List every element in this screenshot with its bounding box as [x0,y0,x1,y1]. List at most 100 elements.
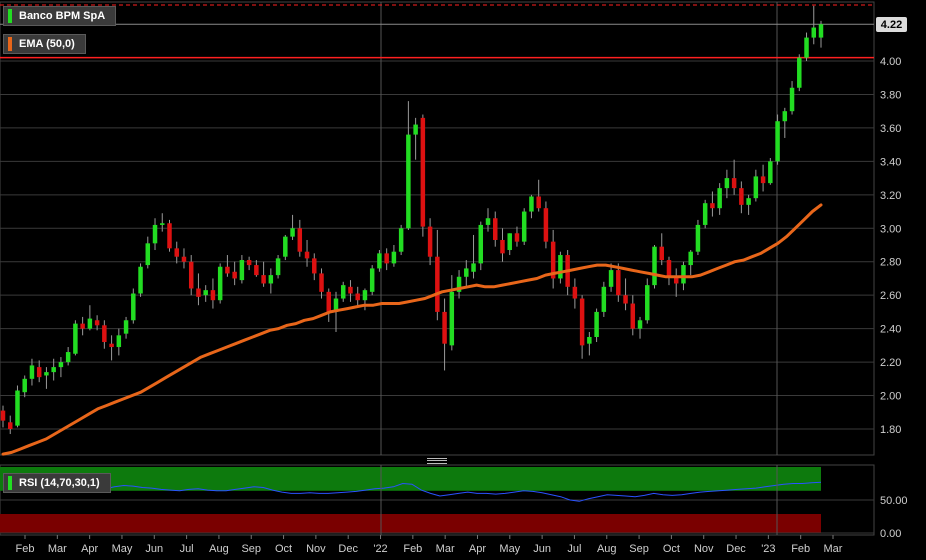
candle-body [283,236,288,257]
time-tick-label: Dec [726,543,746,555]
candle-body [362,290,368,301]
rsi-oversold-band [0,514,821,533]
candle-body [123,320,129,334]
candle-body [587,337,592,344]
candle-body [695,224,701,252]
candle-body [109,343,114,348]
candle-body [529,196,534,212]
candle-body [131,293,136,321]
candle-body [203,290,208,296]
candle-body [507,233,512,251]
candle-body [710,203,715,209]
candle-body [543,208,549,242]
price-reference-lines [0,4,874,59]
candle-body [739,188,744,205]
rsi-tick-label: 0.00 [880,528,901,540]
candle-body [485,218,491,225]
candle-body [239,260,245,281]
candle-body [312,258,317,274]
candle-body [471,263,476,272]
candle-body [210,290,216,301]
candle-body [427,226,433,257]
panel-splitter[interactable] [0,455,874,465]
candle-body [275,258,281,276]
candle-body [760,176,766,184]
candle-body [152,224,158,244]
price-tick-label: 4.00 [880,56,901,68]
candle-body [659,246,664,261]
candle-body [500,239,505,254]
candle-body [290,228,295,237]
candle-body [420,117,426,227]
candle-body [637,320,643,329]
candle-body [789,87,795,112]
time-tick-label: '23 [761,543,775,555]
price-candles [0,5,824,435]
legend-rsi[interactable]: RSI (14,70,30,1) [3,473,111,493]
price-gridlines [0,1,875,456]
time-tick-label: May [112,543,133,555]
time-tick-label: Oct [275,543,292,555]
candle-body [15,390,20,426]
time-tick-label: Apr [469,543,486,555]
time-axis: Feb Mar Apr May Jun Jul Aug Sep Oct Nov Dec '22 Feb M… [16,535,843,555]
candle-body [702,203,708,225]
candle-body [478,224,484,264]
candle-body [246,260,252,266]
candle-body [36,367,42,378]
candle-body [29,365,35,379]
legend-ema-label: EMA (50,0) [19,38,75,50]
candle-body [782,111,788,122]
time-tick-label: Feb [791,543,810,555]
candle-body [645,285,650,321]
time-tick-label: Feb [16,543,35,555]
price-tick-label: 3.80 [880,89,901,101]
time-tick-label: Mar [48,543,67,555]
time-tick-label: Jul [567,543,581,555]
candle-body [138,266,143,294]
last-price-tag: 4.22 [876,17,907,32]
candle-body [73,323,78,354]
candle-body [623,295,628,304]
candle-body [181,256,187,262]
candle-body [579,298,585,346]
candle-body [775,121,780,162]
candle-body [398,228,404,252]
legend-instrument-label: Banco BPM SpA [19,10,106,22]
candle-body [369,268,375,292]
candle-body [225,266,230,274]
legend-swatch-rsi [8,476,12,490]
candle-body [652,246,657,286]
price-tick-label: 3.40 [880,156,901,168]
rsi-overbought-band [0,467,821,491]
time-tick-label: Jul [180,543,194,555]
candle-body [413,124,418,135]
time-tick-label: Nov [306,543,326,555]
rsi-panel: 0.00 50.00 [0,464,908,540]
candle-body [65,352,71,363]
time-tick-label: Nov [694,543,714,555]
candle-body [493,218,498,240]
price-tick-label: 2.40 [880,324,901,336]
candle-body [87,318,93,329]
legend-instrument[interactable]: Banco BPM SpA [3,6,117,26]
rsi-tick-label: 50.00 [880,495,908,507]
time-tick-label: Sep [629,543,649,555]
candle-body [746,198,751,205]
candle-body [51,367,56,373]
price-tick-label: 2.00 [880,391,901,403]
legend-ema[interactable]: EMA (50,0) [3,34,86,54]
candle-body [818,24,824,38]
candle-body [391,251,397,264]
candle-body [666,260,672,277]
candle-body [797,57,802,88]
candle-body [254,265,259,276]
candle-body [601,286,607,312]
candle-body [167,223,172,249]
candle-body [22,378,27,393]
candle-body [608,270,614,287]
candle-body [377,253,382,269]
time-tick-label: Jun [533,543,551,555]
time-tick-label: Apr [81,543,98,555]
candle-body [594,311,599,337]
